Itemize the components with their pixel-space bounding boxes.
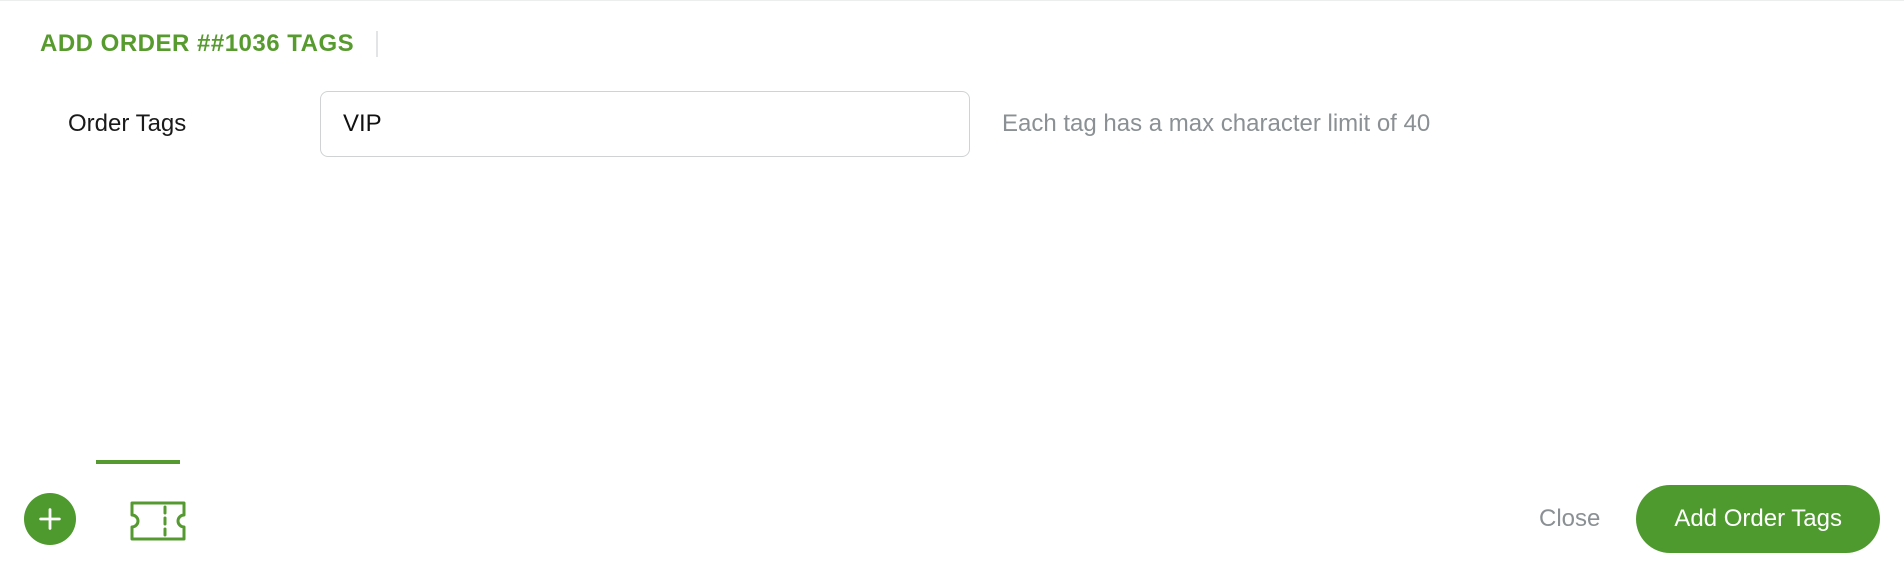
plus-icon: [36, 505, 64, 533]
form-row-order-tags: Order Tags Each tag has a max character …: [40, 91, 1864, 157]
order-tags-input[interactable]: [320, 91, 970, 157]
close-button[interactable]: Close: [1539, 505, 1600, 533]
order-tags-label: Order Tags: [40, 110, 320, 138]
footer-left: [24, 493, 188, 545]
active-tab-indicator: [96, 460, 180, 464]
ticket-tab[interactable]: [128, 498, 188, 540]
add-order-tags-button[interactable]: Add Order Tags: [1636, 485, 1880, 553]
ticket-icon: [130, 501, 186, 541]
footer-right: Close Add Order Tags: [1539, 485, 1880, 553]
order-tags-hint: Each tag has a max character limit of 40: [1002, 110, 1430, 138]
add-button[interactable]: [24, 493, 76, 545]
content-area: ADD ORDER ##1036 TAGS Order Tags Each ta…: [0, 0, 1904, 465]
section-title: ADD ORDER ##1036 TAGS: [40, 31, 378, 57]
dialog-add-order-tags: ADD ORDER ##1036 TAGS Order Tags Each ta…: [0, 0, 1904, 572]
footer-bar: Close Add Order Tags: [0, 465, 1904, 572]
